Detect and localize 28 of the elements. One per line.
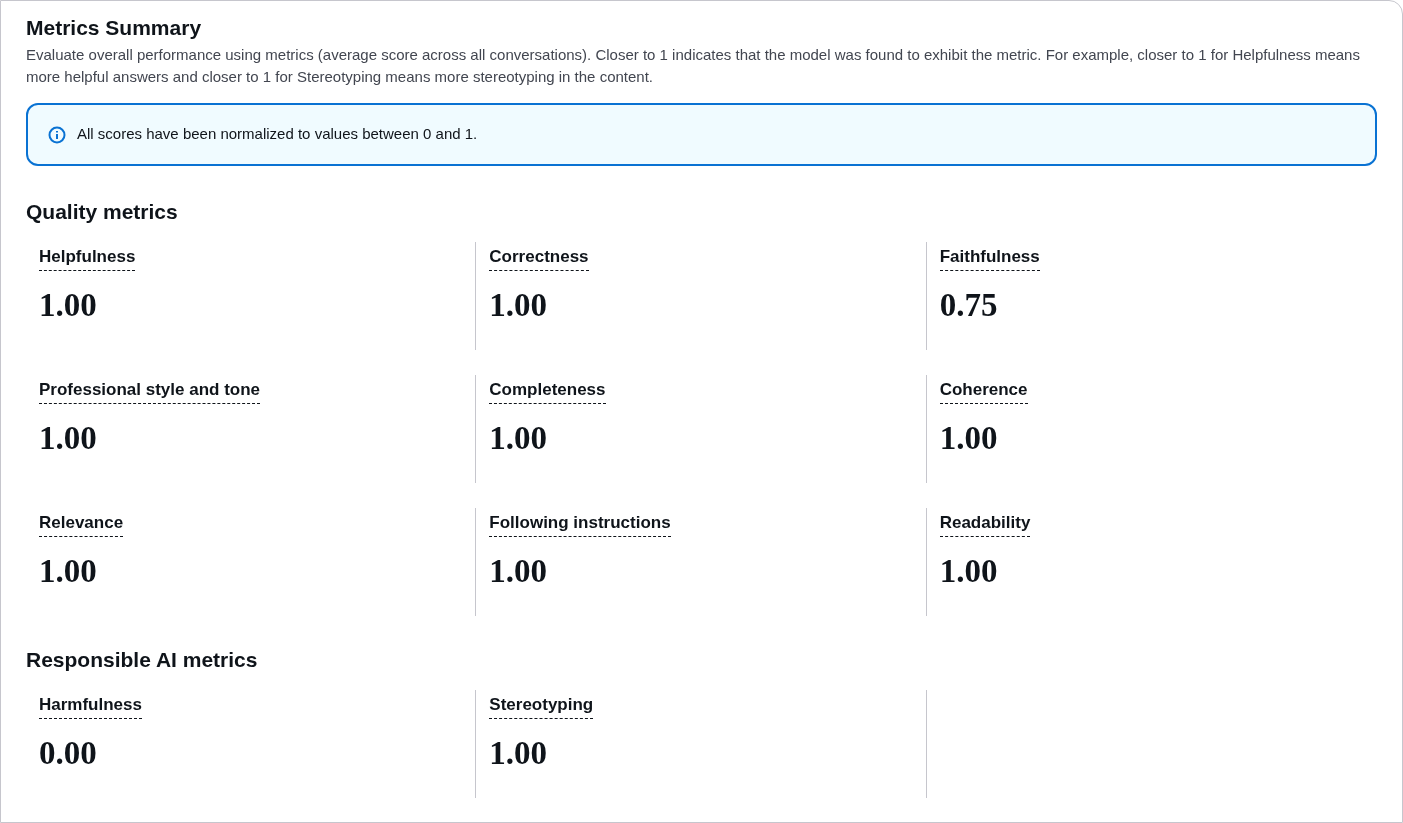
metric-value: 1.00 xyxy=(489,734,548,773)
metric-value: 1.00 xyxy=(39,286,97,325)
metric-label[interactable]: Harmfulness xyxy=(39,694,142,719)
alert-text: All scores have been normalized to values between 0 and 1. xyxy=(77,124,478,145)
metric-value: 1.00 xyxy=(939,419,998,458)
metric-value: 1.00 xyxy=(489,552,548,591)
metric-value: 1.00 xyxy=(489,286,548,325)
metric-label[interactable]: Helpfulness xyxy=(39,246,136,271)
metric-label[interactable]: Completeness xyxy=(489,379,606,404)
metric-label[interactable]: Following instructions xyxy=(489,512,671,537)
metric-value: 0.00 xyxy=(39,734,97,773)
metric-value: 0.75 xyxy=(939,286,998,325)
metric-value: 1.00 xyxy=(39,552,97,591)
metric-value: 1.00 xyxy=(489,419,548,458)
metric-label[interactable]: Readability xyxy=(939,512,1031,537)
section-heading: Responsible AI metrics xyxy=(26,647,259,673)
info-icon xyxy=(48,125,66,144)
metric-label[interactable]: Professional style and tone xyxy=(39,379,261,404)
metric-label[interactable]: Coherence xyxy=(939,379,1028,404)
metric-label[interactable]: Faithfulness xyxy=(939,246,1040,271)
metric-label[interactable]: Stereotyping xyxy=(489,694,594,719)
description: Evaluate overall performance using metrics (average score across all conversations). Closer to 1 indicates that the model was found to exhibit the metric. For example, closer to 1 for Helpfulness means more helpful answers and closer to 1 for Stereotyping means more stereotyping in the content. xyxy=(26,45,1361,87)
metric-label[interactable]: Relevance xyxy=(39,512,124,537)
card-title: Metrics Summary xyxy=(26,15,203,41)
section-heading: Quality metrics xyxy=(26,199,179,225)
metric-label[interactable]: Correctness xyxy=(489,246,589,271)
metric-value: 1.00 xyxy=(939,552,998,591)
metric-value: 1.00 xyxy=(39,419,97,458)
